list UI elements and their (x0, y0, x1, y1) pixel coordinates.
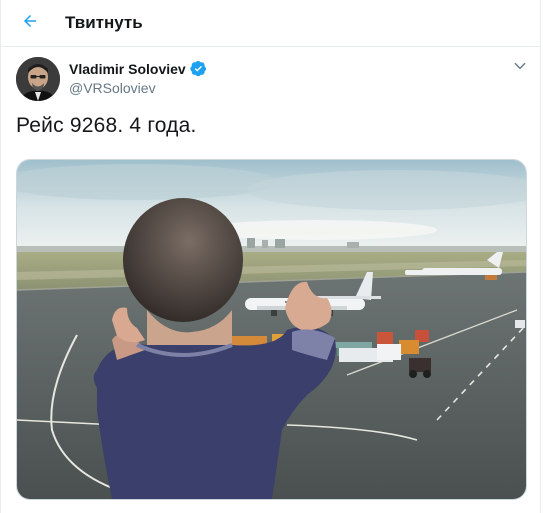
tweet-photo[interactable] (16, 159, 527, 500)
tweet-menu-button[interactable] (512, 60, 528, 76)
airport-apron-photo (17, 160, 526, 499)
verified-badge-icon (190, 60, 207, 77)
arrow-left-icon (21, 12, 39, 35)
tweet-page: Твитнуть Vladimir Soloviev @VRSoloviev Р… (0, 0, 541, 513)
chevron-down-icon (513, 59, 527, 78)
page-title: Твитнуть (65, 13, 143, 32)
author-display-name[interactable]: Vladimir Soloviev (69, 61, 186, 77)
avatar[interactable] (16, 57, 60, 101)
author-name-row[interactable]: Vladimir Soloviev (69, 60, 207, 77)
page-header: Твитнуть (1, 0, 540, 47)
back-button[interactable] (15, 8, 45, 38)
tweet-text: Рейс 9268. 4 года. (16, 114, 197, 137)
author-handle[interactable]: @VRSoloviev (69, 80, 156, 96)
